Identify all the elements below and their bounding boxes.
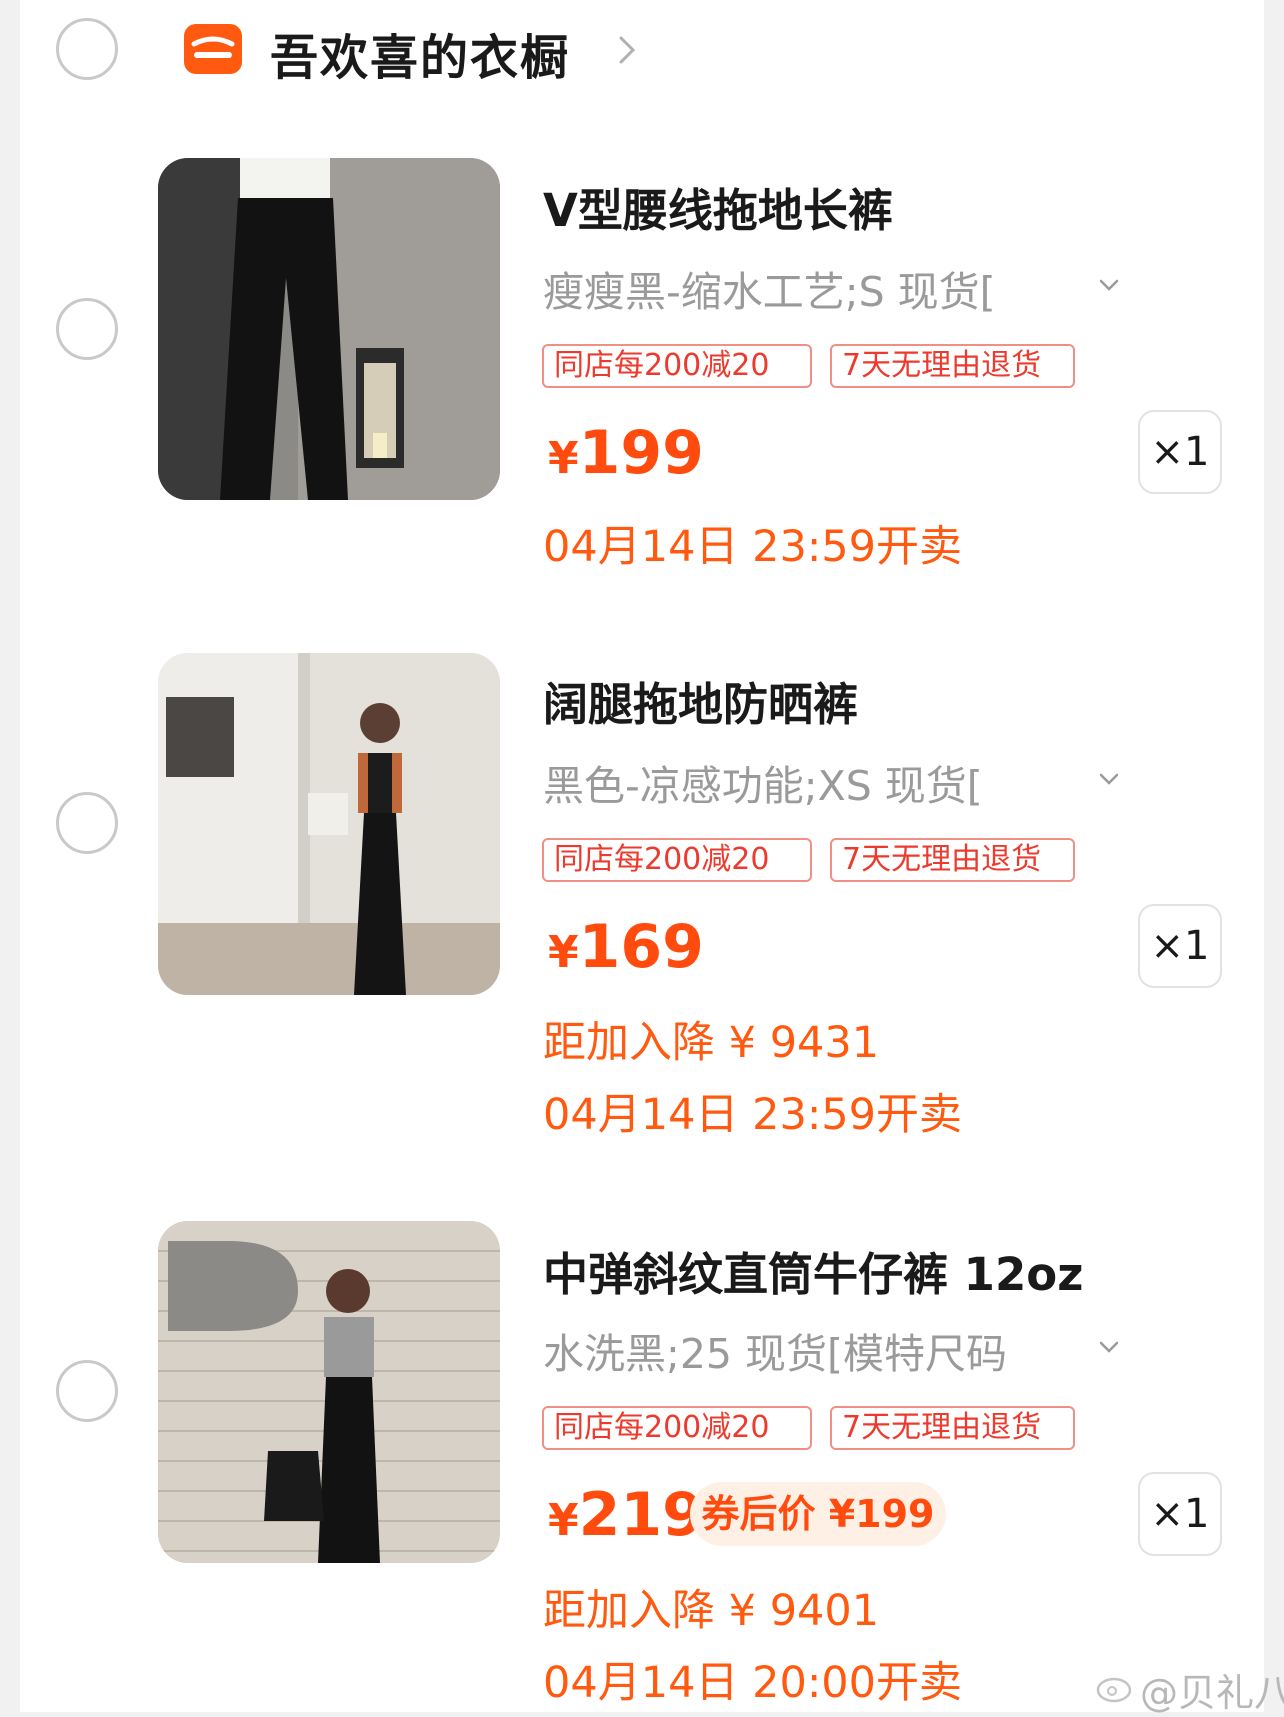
shop-name[interactable]: 吾欢喜的衣橱	[270, 18, 570, 88]
watermark: @贝礼八	[1140, 1671, 1284, 1715]
promo-tag: 同店每200减20	[542, 838, 812, 882]
price: ¥219	[548, 1480, 704, 1550]
returns-tag: 7天无理由退货	[830, 1406, 1075, 1450]
price-drop-note: 距加入降 ¥ 9431	[543, 1018, 880, 1068]
product-title[interactable]: V型腰线拖地长裤	[543, 174, 893, 239]
chevron-down-icon[interactable]	[1098, 772, 1120, 786]
promo-tag: 同店每200减20	[542, 1406, 812, 1450]
product-image[interactable]	[158, 653, 500, 995]
item-select-radio[interactable]	[56, 1360, 118, 1422]
sku-selector[interactable]: 黑色-凉感功能;XS 现货[	[543, 752, 1083, 812]
shop-basket-icon	[184, 24, 242, 74]
price: ¥169	[548, 912, 704, 982]
quantity-stepper[interactable]: ×1	[1138, 410, 1222, 494]
chevron-right-icon[interactable]	[615, 30, 639, 70]
sale-time: 04月14日 20:00开卖	[543, 1658, 963, 1708]
weibo-icon	[1096, 1677, 1132, 1703]
product-image[interactable]	[158, 158, 500, 500]
price-currency: ¥	[548, 1495, 579, 1546]
quantity-stepper[interactable]: ×1	[1138, 904, 1222, 988]
price-currency: ¥	[548, 433, 579, 484]
price-value: 169	[578, 912, 704, 982]
chevron-down-icon[interactable]	[1098, 1340, 1120, 1354]
item-select-radio[interactable]	[56, 298, 118, 360]
returns-tag: 7天无理由退货	[830, 838, 1075, 882]
price-currency: ¥	[548, 927, 579, 978]
chevron-down-icon[interactable]	[1098, 278, 1120, 292]
shop-header: 吾欢喜的衣橱	[0, 0, 1284, 100]
sku-selector[interactable]: 瘦瘦黑-缩水工艺;S 现货[	[543, 258, 1083, 318]
returns-tag: 7天无理由退货	[830, 344, 1075, 388]
sale-time: 04月14日 23:59开卖	[543, 522, 963, 572]
price-value: 199	[578, 418, 704, 488]
product-title[interactable]: 阔腿拖地防晒裤	[543, 668, 858, 733]
price-drop-note: 距加入降 ¥ 9401	[543, 1586, 880, 1636]
product-image[interactable]	[158, 1221, 500, 1563]
item-select-radio[interactable]	[56, 792, 118, 854]
product-title[interactable]: 中弹斜纹直筒牛仔裤 12oz	[543, 1238, 1083, 1303]
coupon-price-badge: 券后价 ¥199	[690, 1482, 946, 1546]
sku-selector[interactable]: 水洗黑;25 现货[模特尺码	[543, 1320, 1083, 1380]
sale-time: 04月14日 23:59开卖	[543, 1090, 963, 1140]
price: ¥199	[548, 418, 704, 488]
shop-select-radio[interactable]	[56, 18, 118, 80]
price-value: 219	[578, 1480, 704, 1550]
promo-tag: 同店每200减20	[542, 344, 812, 388]
quantity-stepper[interactable]: ×1	[1138, 1472, 1222, 1556]
